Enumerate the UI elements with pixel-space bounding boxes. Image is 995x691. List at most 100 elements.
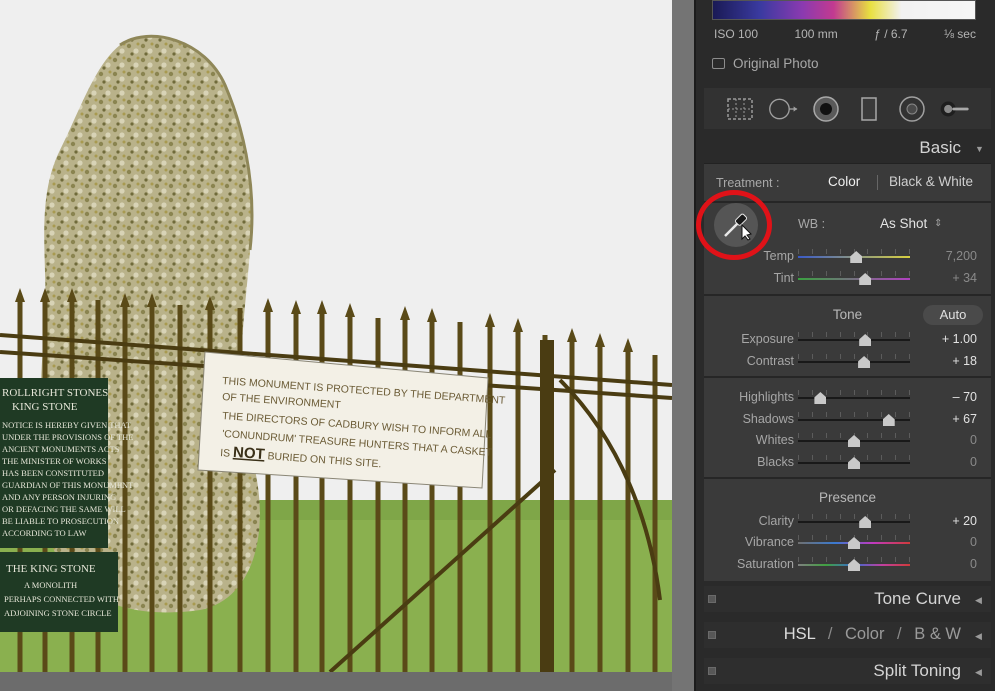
crop-overlay-icon[interactable] [725, 94, 755, 124]
slider-highlights[interactable]: Highlights – 70 [704, 387, 991, 407]
svg-text:ANCIENT MONUMENTS ACTS: ANCIENT MONUMENTS ACTS [2, 444, 120, 454]
photo-preview[interactable]: ROLLRIGHT STONES KING STONE NOTICE IS HE… [0, 0, 672, 672]
slider-whites[interactable]: Whites 0 [704, 430, 991, 450]
svg-text:A MONOLITH: A MONOLITH [24, 580, 77, 590]
auto-tone-button[interactable]: Auto [923, 305, 983, 325]
wb-select[interactable]: As Shot [880, 216, 927, 231]
svg-text:OR DEFACING THE SAME WILL: OR DEFACING THE SAME WILL [2, 504, 126, 514]
wb-label: WB : [798, 217, 826, 231]
highlight-ring [696, 190, 772, 260]
original-photo-checkbox[interactable] [712, 58, 725, 69]
canvas-background [0, 672, 672, 691]
iso-value: ISO 100 [714, 27, 759, 41]
contrast-value[interactable]: + 18 [952, 354, 977, 368]
shutter-value: ⅛ sec [943, 27, 976, 41]
temp-label: Temp [763, 249, 794, 263]
svg-text:AND ANY PERSON INJURING: AND ANY PERSON INJURING [2, 492, 116, 502]
develop-right-panel: ISO 100 100 mm ƒ / 6.7 ⅛ sec Original Ph… [694, 0, 995, 691]
divider [704, 376, 991, 378]
slider-vibrance[interactable]: Vibrance 0 [704, 532, 991, 552]
svg-text:PERHAPS CONNECTED WITH: PERHAPS CONNECTED WITH [4, 594, 119, 604]
tint-track[interactable] [798, 278, 910, 280]
svg-text:HAS BEEN CONSTITUTED: HAS BEEN CONSTITUTED [2, 468, 104, 478]
svg-text:ADJOINING STONE CIRCLE: ADJOINING STONE CIRCLE [4, 608, 112, 618]
lightroom-develop-screen: ROLLRIGHT STONES KING STONE NOTICE IS HE… [0, 0, 995, 691]
expand-triangle-icon[interactable]: ◀ [975, 667, 985, 677]
exposure-label: Exposure [741, 332, 794, 346]
slider-saturation[interactable]: Saturation 0 [704, 554, 991, 574]
split-toning-title: Split Toning [873, 661, 961, 680]
saturation-value[interactable]: 0 [970, 557, 977, 571]
exposure-ticks [798, 332, 910, 337]
expand-triangle-icon[interactable]: ◀ [975, 631, 985, 641]
contrast-track[interactable] [798, 361, 910, 363]
shadows-ticks [798, 412, 910, 417]
expand-triangle-icon[interactable]: ◀ [975, 595, 985, 605]
vibrance-value[interactable]: 0 [970, 535, 977, 549]
hsl-tab[interactable]: HSL [784, 625, 816, 643]
clarity-value[interactable]: + 20 [952, 514, 977, 528]
exposure-value[interactable]: + 1.00 [942, 332, 977, 346]
svg-text:NOTICE IS HEREBY GIVEN THAT: NOTICE IS HEREBY GIVEN THAT [2, 420, 132, 430]
slider-shadows[interactable]: Shadows + 67 [704, 409, 991, 429]
adjustment-brush-icon[interactable] [940, 94, 970, 124]
divider [704, 477, 991, 479]
radial-filter-icon[interactable] [897, 94, 927, 124]
treatment-color-option[interactable]: Color [828, 174, 860, 189]
exposure-track[interactable] [798, 339, 910, 341]
red-eye-icon[interactable] [811, 94, 841, 124]
tint-value[interactable]: + 34 [952, 271, 977, 285]
temp-value[interactable]: 7,200 [946, 249, 977, 263]
shadows-value[interactable]: + 67 [952, 412, 977, 426]
exif-info: ISO 100 100 mm ƒ / 6.7 ⅛ sec [714, 27, 976, 41]
original-photo-toggle[interactable]: Original Photo [712, 56, 819, 71]
tool-strip [704, 88, 991, 129]
panel-gutter [672, 0, 694, 691]
spot-removal-icon[interactable] [768, 94, 798, 124]
wb-updown-icon[interactable]: ⇕ [934, 218, 942, 229]
treatment-label: Treatment : [716, 176, 780, 190]
graduated-filter-icon[interactable] [854, 94, 884, 124]
aperture-value: ƒ / 6.7 [874, 27, 908, 41]
svg-text:GUARDIAN OF THIS MONUMENT: GUARDIAN OF THIS MONUMENT [2, 480, 134, 490]
color-tab[interactable]: Color [845, 625, 884, 643]
histogram[interactable] [712, 0, 976, 20]
highlights-value[interactable]: – 70 [953, 390, 977, 404]
tone-curve-panel-header[interactable]: Tone Curve ◀ [704, 586, 991, 612]
basic-panel-title: Basic [919, 138, 961, 157]
slider-clarity[interactable]: Clarity + 20 [704, 511, 991, 531]
basic-panel-header[interactable]: Basic ▼ [704, 135, 991, 161]
split-toning-panel-header[interactable]: Split Toning ◀ [704, 658, 991, 684]
shadows-label: Shadows [742, 412, 794, 426]
svg-text:THE KING STONE: THE KING STONE [6, 563, 96, 575]
hsl-panel-header[interactable]: HSL / Color / B & W ◀ [704, 622, 991, 648]
panel-toggle-switch[interactable] [708, 595, 716, 603]
clarity-label: Clarity [758, 514, 794, 528]
original-photo-label: Original Photo [733, 56, 819, 71]
panel-toggle-switch[interactable] [708, 631, 716, 639]
slider-exposure[interactable]: Exposure + 1.00 [704, 329, 991, 349]
clarity-track[interactable] [798, 521, 910, 523]
collapse-triangle-icon[interactable]: ▼ [975, 144, 985, 154]
focal-length-value: 100 mm [794, 27, 838, 41]
svg-text:ACCORDING TO LAW: ACCORDING TO LAW [2, 528, 86, 538]
treatment-bw-option[interactable]: Black & White [889, 174, 973, 189]
panel-toggle-switch[interactable] [708, 667, 716, 675]
svg-text:THE MINISTER OF WORKS: THE MINISTER OF WORKS [2, 456, 107, 466]
svg-text:KING STONE: KING STONE [12, 401, 78, 413]
slider-blacks[interactable]: Blacks 0 [704, 452, 991, 472]
divider [704, 294, 991, 296]
highlights-ticks [798, 390, 910, 395]
slider-tint[interactable]: Tint + 34 [704, 268, 991, 288]
whites-value[interactable]: 0 [970, 433, 977, 447]
contrast-ticks [798, 354, 910, 359]
highlights-label: Highlights [739, 390, 794, 404]
svg-text:ROLLRIGHT STONES: ROLLRIGHT STONES [2, 387, 108, 399]
svg-text:UNDER THE PROVISIONS OF THE: UNDER THE PROVISIONS OF THE [2, 432, 133, 442]
blacks-value[interactable]: 0 [970, 455, 977, 469]
contrast-label: Contrast [746, 354, 794, 368]
slider-contrast[interactable]: Contrast + 18 [704, 351, 991, 371]
photo-image: ROLLRIGHT STONES KING STONE NOTICE IS HE… [0, 0, 672, 672]
bw-tab[interactable]: B & W [914, 625, 961, 643]
whites-label: Whites [755, 433, 794, 447]
